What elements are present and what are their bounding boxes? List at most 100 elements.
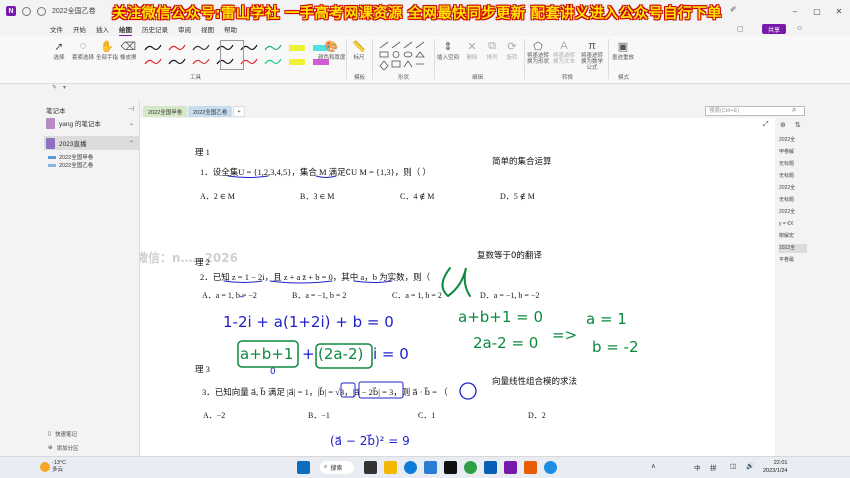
ink-to-text-label: 将墨迹转换为文本	[553, 53, 576, 65]
search-input[interactable]: 搜索(Ctrl+E)	[705, 106, 805, 116]
network-icon[interactable]: ◫	[730, 462, 736, 470]
eraser-tool[interactable]: ⌫ 橡皮擦	[120, 39, 137, 62]
section-color-bar	[48, 155, 56, 159]
pen-swatch[interactable]	[142, 42, 162, 52]
search-icon[interactable]: ⌕	[792, 105, 796, 115]
menu-bar: 文件 开始 插入 绘图 历史记录 审阅 视图 帮助	[0, 22, 850, 37]
minimize-button[interactable]: –	[784, 0, 806, 22]
ruler-button[interactable]: 📏 标尺	[352, 39, 366, 62]
forward-icon[interactable]	[37, 6, 46, 16]
tray-overflow-icon[interactable]: ∧	[651, 462, 656, 470]
menu-insert[interactable]: 插入	[96, 24, 109, 34]
menu-help[interactable]: 帮助	[224, 24, 237, 34]
tab-2022-yi[interactable]: 2022全国乙卷	[188, 106, 233, 117]
page-list-item[interactable]: 2022全	[779, 136, 807, 145]
mail-icon[interactable]	[484, 461, 497, 474]
insert-space-button[interactable]: ⇕ 插入空间	[437, 39, 460, 62]
delete-button[interactable]: ✕ 删除	[465, 39, 479, 62]
page-list-item[interactable]: 2022全	[779, 184, 807, 193]
store-icon[interactable]	[424, 461, 437, 474]
shape-gallery[interactable]	[378, 40, 432, 70]
menu-draw[interactable]: 绘图	[119, 24, 132, 37]
ink-to-text-button[interactable]: A 将墨迹转换为文本	[553, 39, 576, 65]
back-icon[interactable]	[22, 6, 31, 16]
touch-draw-tool[interactable]: ✋ 全部手指	[96, 39, 118, 62]
page-list-item[interactable]: 无标题	[779, 160, 807, 169]
pen-swatch[interactable]	[166, 56, 186, 66]
section-2022-yi[interactable]: 2022全国乙卷	[48, 161, 93, 169]
page-list-item[interactable]: 甲卷解	[779, 148, 807, 157]
page-list-item[interactable]: 无标题	[779, 196, 807, 205]
cursor-icon: ➚	[54, 40, 64, 53]
pen-swatch[interactable]	[142, 56, 162, 66]
insert-space-label: 插入空间	[437, 55, 460, 61]
quick-dropdown-icon[interactable]: ▾	[63, 84, 66, 91]
pen-swatch[interactable]	[166, 42, 186, 52]
pen-swatch[interactable]	[262, 42, 282, 52]
pin-icon[interactable]: ⊣	[128, 105, 134, 113]
ink-replay-button[interactable]: ▣ 墨迹重放	[612, 39, 634, 62]
color-thickness-button[interactable]: 🎨 颜色和厚度	[318, 39, 346, 62]
pen-swatch[interactable]	[190, 56, 210, 66]
app-icon[interactable]	[444, 461, 457, 474]
tab-2022-jia[interactable]: 2022全国甲卷	[143, 106, 188, 117]
taskbar-search[interactable]: ⌕ 搜索	[320, 461, 354, 474]
weather-widget[interactable]: -13°C 多云	[52, 460, 66, 474]
page-list-item[interactable]: y = €X	[779, 220, 807, 229]
add-page-icon[interactable]: ⊕	[780, 121, 786, 129]
add-section-tab[interactable]: +	[233, 106, 245, 117]
close-button[interactable]: ✕	[828, 0, 850, 22]
feedback-icon[interactable]: ☺	[796, 25, 803, 32]
sort-icon[interactable]: ⇅	[795, 121, 801, 129]
section-label: 2022全国乙卷	[59, 163, 94, 169]
page-list-item[interactable]: 无标题	[779, 172, 807, 181]
start-icon[interactable]	[297, 461, 310, 474]
expand-icon[interactable]: ⤢	[763, 121, 769, 129]
input-method-icon[interactable]: 中	[694, 462, 701, 472]
task-view-icon[interactable]	[364, 461, 377, 474]
share-button[interactable]: 共享	[761, 24, 786, 34]
quick-notes-link[interactable]: ▯ 快速笔记	[48, 430, 77, 438]
menu-view[interactable]: 视图	[201, 24, 214, 34]
rotate-button[interactable]: ⟳ 旋转	[505, 39, 519, 62]
pen-swatch[interactable]	[286, 56, 306, 66]
page-list-item[interactable]: 2022全	[779, 208, 807, 217]
app-icon[interactable]	[524, 461, 537, 474]
page-list-item[interactable]: 2022全	[779, 244, 807, 253]
notebook-yang[interactable]: yang 的笔记本 ⌄	[44, 116, 140, 130]
app-icon[interactable]	[544, 461, 557, 474]
ink-to-shape-button[interactable]: ⬠ 将墨迹转换为形状	[527, 39, 549, 66]
select-tool[interactable]: ➚ 选择	[52, 39, 66, 62]
shapes-group-label: 形状	[398, 75, 410, 81]
notebook-icon[interactable]: ▢	[737, 25, 744, 33]
menu-history[interactable]: 历史记录	[142, 24, 168, 34]
pen-swatch[interactable]	[190, 42, 210, 52]
chrome-icon[interactable]	[464, 461, 477, 474]
onenote-taskbar-icon[interactable]	[504, 461, 517, 474]
ink-to-math-button[interactable]: π 将墨迹转换为数学公式	[580, 39, 604, 71]
arrange-button[interactable]: ⧉ 排列	[485, 39, 499, 62]
menu-file[interactable]: 文件	[50, 24, 63, 34]
notebook-2023-live[interactable]: 2023直播 ⌃	[44, 136, 140, 150]
lasso-tool[interactable]: ◌ 套索选择	[72, 39, 94, 61]
eraser-icon: ⌫	[120, 40, 137, 53]
pen-swatch[interactable]	[262, 56, 282, 66]
section-2022-jia[interactable]: 2022全国甲卷	[48, 153, 93, 161]
file-explorer-icon[interactable]	[384, 461, 397, 474]
pen-mode-icon[interactable]: ✐	[730, 5, 737, 14]
volume-icon[interactable]: 🔊	[746, 462, 754, 470]
page-list-item[interactable]: 平卷最	[779, 256, 807, 265]
menu-home[interactable]: 开始	[73, 24, 86, 34]
add-section-link[interactable]: ⊕ 添加分区	[48, 444, 79, 452]
pen-quick-icon[interactable]: ✎	[52, 84, 57, 91]
weather-icon[interactable]	[40, 462, 50, 472]
menu-review[interactable]: 审阅	[178, 24, 191, 34]
pen-swatch[interactable]	[286, 42, 306, 52]
pinyin-icon[interactable]: 拼	[710, 462, 717, 472]
page-list-item[interactable]: 柳解宏	[779, 232, 807, 241]
select-label: 选择	[53, 55, 65, 61]
system-clock[interactable]: 22:01 2023/1/24	[763, 459, 787, 475]
edge-icon[interactable]	[404, 461, 417, 474]
note-page[interactable]: 理 1 1．设全集U = {1,2,3,4,5}，集合 M 满足∁U M = {…	[140, 118, 775, 456]
maximize-button[interactable]: ▢	[806, 0, 828, 22]
